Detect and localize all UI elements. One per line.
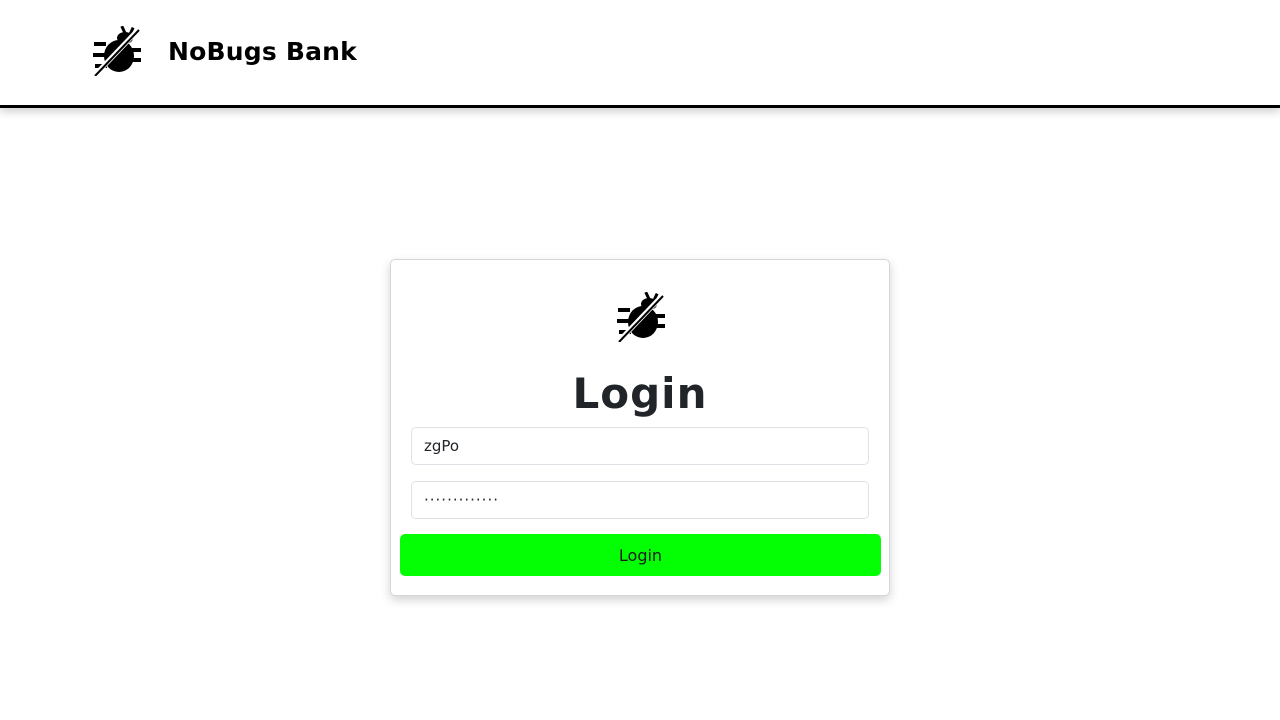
- password-input[interactable]: [411, 481, 869, 519]
- brand-name: NoBugs Bank: [168, 36, 357, 66]
- brand[interactable]: NoBugs Bank: [92, 26, 357, 76]
- login-button[interactable]: Login: [400, 534, 881, 576]
- no-bug-icon: [93, 26, 141, 76]
- login-title: Login: [572, 369, 708, 418]
- login-card: Login Login: [390, 259, 890, 596]
- no-bug-icon: [617, 292, 665, 342]
- top-navbar: NoBugs Bank: [0, 0, 1280, 108]
- username-input[interactable]: [411, 427, 869, 465]
